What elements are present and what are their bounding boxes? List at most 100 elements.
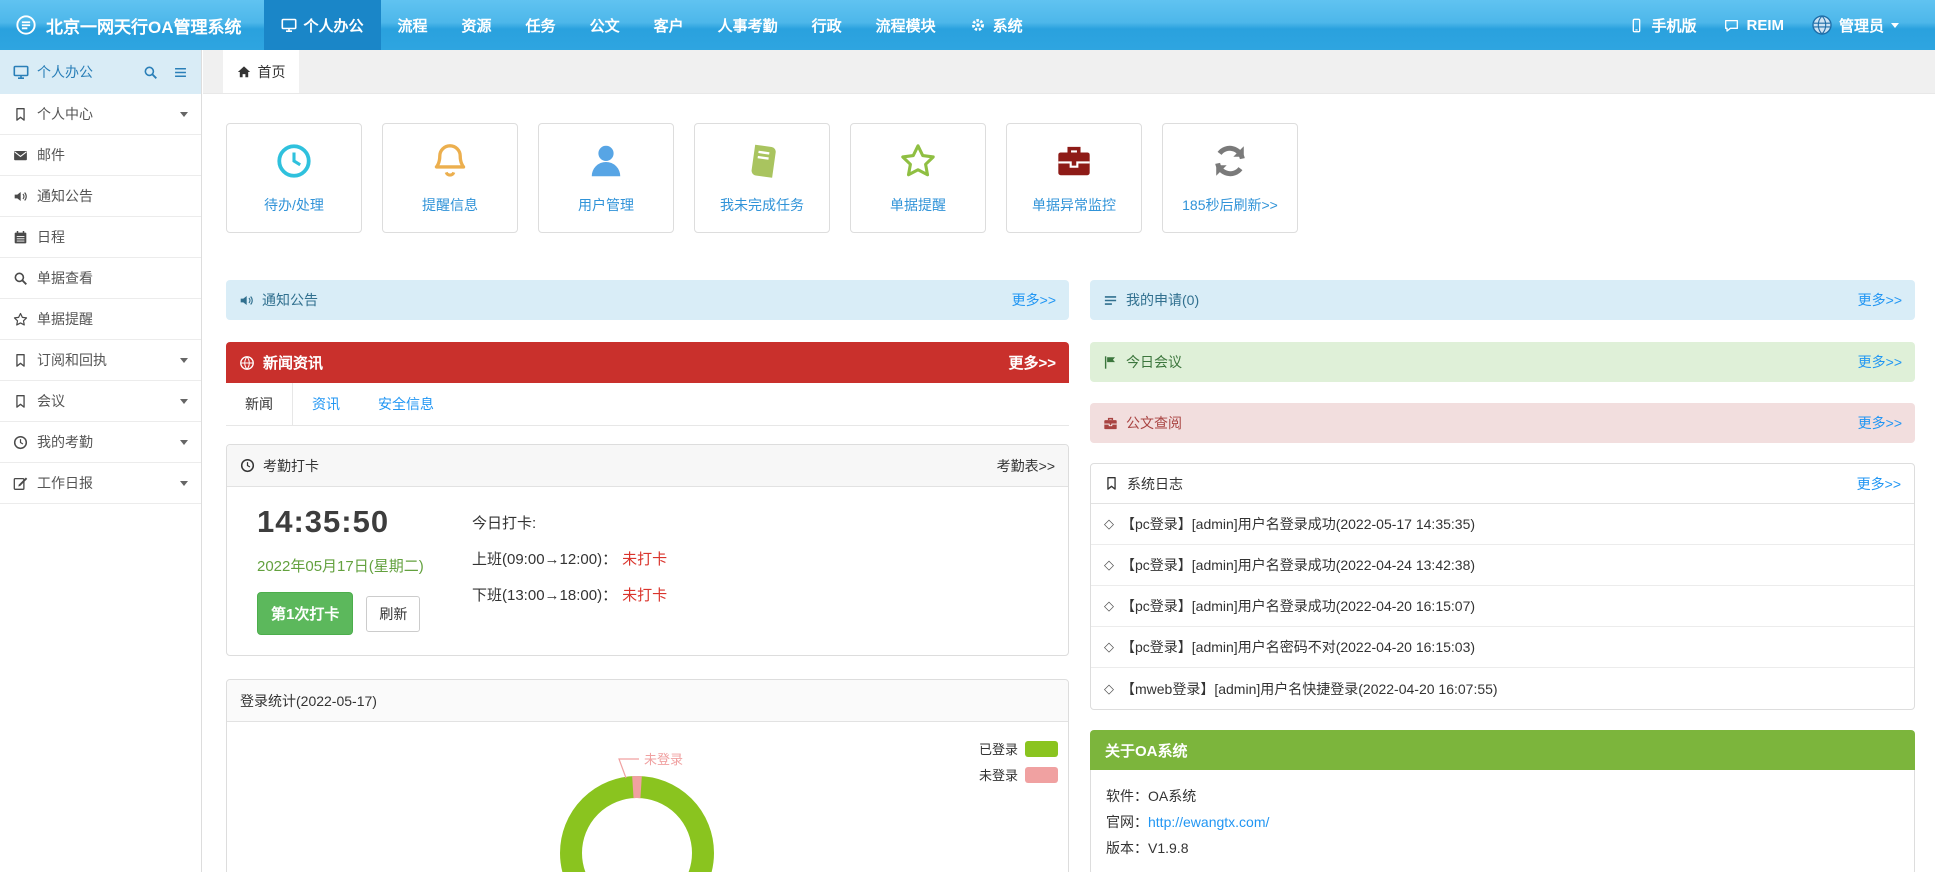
chart-legend: 已登录 未登录 xyxy=(979,739,1058,784)
clock-icon xyxy=(275,142,313,180)
panel-title: 关于OA系统 xyxy=(1105,740,1188,761)
news-tabs: 新闻 资讯 安全信息 xyxy=(226,383,1069,426)
more-link[interactable]: 更多>> xyxy=(1008,352,1056,373)
more-link[interactable]: 更多>> xyxy=(1012,290,1056,310)
sidebar-item-label: 通知公告 xyxy=(37,186,93,206)
more-link[interactable]: 更多>> xyxy=(1858,413,1902,433)
bookmark-icon xyxy=(13,353,28,368)
sidebar-item-personal-center[interactable]: 个人中心 xyxy=(0,94,201,135)
panel-system-log: 系统日志 更多>> ◇ 【pc登录】[admin]用户名登录成功(2022-05… xyxy=(1090,463,1915,710)
nav-item-system[interactable]: 系统 xyxy=(953,0,1040,50)
panel-title: 我的申请(0) xyxy=(1126,290,1199,310)
sidebar-item-view-forms[interactable]: 单据查看 xyxy=(0,258,201,299)
speaker-icon xyxy=(239,293,254,308)
nav-item-label: 流程 xyxy=(398,15,428,36)
news-tab-info[interactable]: 资讯 xyxy=(293,383,359,425)
log-row[interactable]: ◇ 【mweb登录】[admin]用户名快捷登录(2022-04-20 16:0… xyxy=(1091,668,1914,709)
nav-item-label: 公文 xyxy=(590,15,620,36)
mobile-version-link[interactable]: 手机版 xyxy=(1615,0,1710,50)
bookmark-icon xyxy=(13,107,28,122)
log-row[interactable]: ◇ 【pc登录】[admin]用户名登录成功(2022-04-24 13:42:… xyxy=(1091,545,1914,586)
card-auto-refresh[interactable]: 185秒后刷新>> xyxy=(1162,123,1298,233)
search-icon[interactable] xyxy=(143,65,158,80)
log-row[interactable]: ◇ 【pc登录】[admin]用户名密码不对(2022-04-20 16:15:… xyxy=(1091,627,1914,668)
chevron-down-icon xyxy=(180,399,188,408)
nav-item-workflow[interactable]: 流程 xyxy=(381,0,445,50)
card-form-anomaly-monitor[interactable]: 单据异常监控 xyxy=(1006,123,1142,233)
nav-item-label: 任务 xyxy=(526,15,556,36)
tab-home[interactable]: 首页 xyxy=(223,50,299,93)
menu-bars-icon[interactable] xyxy=(173,65,188,80)
nav-item-personal-office[interactable]: 个人办公 xyxy=(264,0,381,50)
attendance-sheet-link[interactable]: 考勤表>> xyxy=(997,456,1055,476)
chevron-down-icon xyxy=(180,358,188,367)
nav-item-customers[interactable]: 客户 xyxy=(637,0,701,50)
log-row[interactable]: ◇ 【pc登录】[admin]用户名登录成功(2022-05-17 14:35:… xyxy=(1091,504,1914,545)
status-badge: 未打卡 xyxy=(622,587,667,604)
star-icon xyxy=(13,312,28,327)
card-user-management[interactable]: 用户管理 xyxy=(538,123,674,233)
navbar-right: 手机版 REIM 管理员 xyxy=(1615,0,1935,50)
shift-morning: 上班(09:00→12:00)：未打卡 xyxy=(472,548,667,569)
more-link[interactable]: 更多>> xyxy=(1858,290,1902,310)
log-row[interactable]: ◇ 【pc登录】[admin]用户名登录成功(2022-04-20 16:15:… xyxy=(1091,586,1914,627)
nav-item-label: 资源 xyxy=(462,15,492,36)
card-reminders[interactable]: 提醒信息 xyxy=(382,123,518,233)
sidebar-item-announcements[interactable]: 通知公告 xyxy=(0,176,201,217)
nav-item-workflow-module[interactable]: 流程模块 xyxy=(859,0,953,50)
news-tab-security[interactable]: 安全信息 xyxy=(359,383,453,425)
sidebar-item-work-report[interactable]: 工作日报 xyxy=(0,463,201,504)
panel-title: 新闻资讯 xyxy=(263,352,323,373)
legend-item-logged-in[interactable]: 已登录 xyxy=(979,739,1058,758)
sidebar-item-schedule[interactable]: 日程 xyxy=(0,217,201,258)
reim-link[interactable]: REIM xyxy=(1710,0,1798,50)
clock-icon xyxy=(240,458,255,473)
list-icon xyxy=(1103,293,1118,308)
sidebar-item-my-attendance[interactable]: 我的考勤 xyxy=(0,422,201,463)
sidebar-item-label: 工作日报 xyxy=(37,473,93,493)
attendance-clock-block: 14:35:50 2022年05月17日(星期二) 第1次打卡 刷新 xyxy=(257,504,459,635)
reim-label: REIM xyxy=(1746,17,1784,34)
card-unfinished-tasks[interactable]: 我未完成任务 xyxy=(694,123,830,233)
chart-annotation: 未登录 xyxy=(644,752,683,767)
nav-item-resources[interactable]: 资源 xyxy=(445,0,509,50)
about-software-row: 软件：OA系统 xyxy=(1106,783,1899,809)
sidebar-item-meetings[interactable]: 会议 xyxy=(0,381,201,422)
nav-item-hr-attendance[interactable]: 人事考勤 xyxy=(701,0,795,50)
tab-home-label: 首页 xyxy=(258,62,286,82)
card-todo[interactable]: 待办/处理 xyxy=(226,123,362,233)
sidebar-item-form-reminders[interactable]: 单据提醒 xyxy=(0,299,201,340)
about-label: 软件： xyxy=(1106,788,1148,804)
sidebar-item-mail[interactable]: 邮件 xyxy=(0,135,201,176)
sidebar-item-subscriptions[interactable]: 订阅和回执 xyxy=(0,340,201,381)
sidebar-item-label: 邮件 xyxy=(37,145,65,165)
about-label: 官网： xyxy=(1106,814,1148,830)
nav-item-tasks[interactable]: 任务 xyxy=(509,0,573,50)
panel-title: 登录统计(2022-05-17) xyxy=(240,691,377,711)
nav-item-administration[interactable]: 行政 xyxy=(795,0,859,50)
bookmark-icon xyxy=(13,394,28,409)
sidebar-item-label: 日程 xyxy=(37,227,65,247)
chevron-down-icon xyxy=(1891,23,1899,32)
card-form-reminders[interactable]: 单据提醒 xyxy=(850,123,986,233)
shift-label: 下班(13:00→18:00)： xyxy=(472,587,617,604)
app-brand[interactable]: 北京一网天行OA管理系统 xyxy=(0,0,264,50)
nav-item-label: 系统 xyxy=(993,15,1023,36)
punch-in-button[interactable]: 第1次打卡 xyxy=(257,592,353,635)
website-link[interactable]: http://ewangtx.com/ xyxy=(1148,814,1269,830)
calendar-icon xyxy=(13,230,28,245)
nav-item-documents[interactable]: 公文 xyxy=(573,0,637,50)
nav-item-label: 流程模块 xyxy=(876,15,936,36)
diamond-icon: ◇ xyxy=(1104,516,1114,532)
user-menu[interactable]: 管理员 xyxy=(1798,0,1913,50)
left-sidebar: 个人办公 个人中心 邮件 通知公告 日程 单据查看 单据提醒 订阅和回执 会议 xyxy=(0,50,202,872)
panel-title: 通知公告 xyxy=(262,290,318,310)
card-label: 我未完成任务 xyxy=(720,195,804,215)
refresh-button[interactable]: 刷新 xyxy=(366,596,420,632)
more-link[interactable]: 更多>> xyxy=(1858,352,1902,372)
news-tab-news[interactable]: 新闻 xyxy=(226,383,293,425)
legend-item-not-logged-in[interactable]: 未登录 xyxy=(979,765,1058,784)
diamond-icon: ◇ xyxy=(1104,557,1114,573)
sidebar-title: 个人办公 xyxy=(37,62,93,82)
more-link[interactable]: 更多>> xyxy=(1857,474,1901,494)
